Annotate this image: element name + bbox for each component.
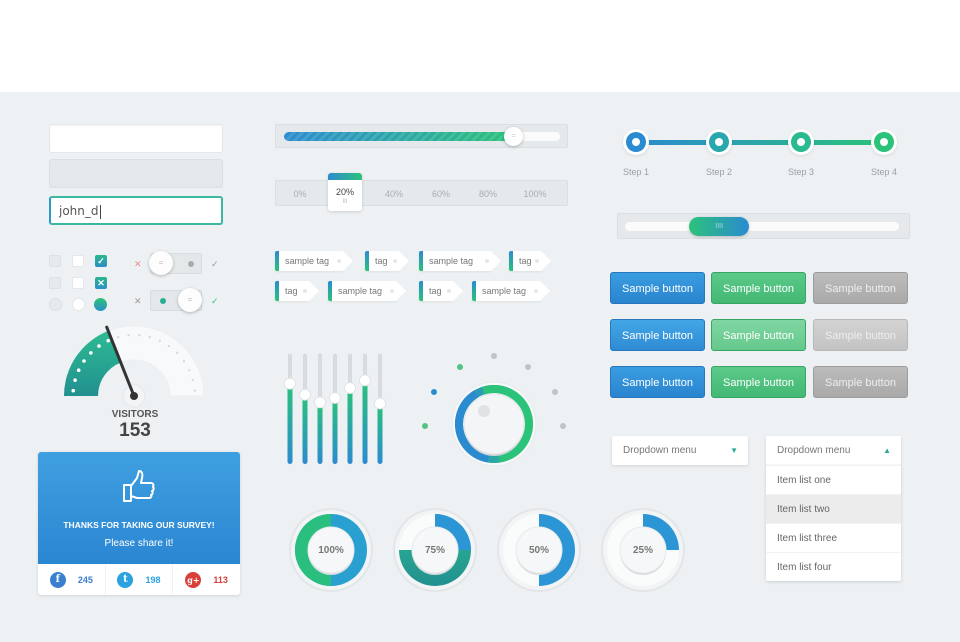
step-dot (791, 132, 811, 152)
step-label: Step 4 (870, 167, 898, 177)
scrollbar-thumb[interactable]: IIII (689, 217, 750, 236)
step-node[interactable] (871, 129, 897, 155)
step-center (880, 138, 888, 146)
sample-button-gray-hover[interactable]: Sample button (813, 319, 908, 351)
donut-label: 75% (424, 545, 445, 556)
dropdown-label: Dropdown menu (623, 445, 697, 456)
scrollbar-track: IIII (625, 217, 899, 236)
sample-button-blue-hover[interactable]: Sample button (610, 319, 705, 351)
step-dot (874, 132, 894, 152)
dropdown-collapsed[interactable]: Dropdown menu ▼ (612, 436, 748, 465)
step-node[interactable] (623, 129, 649, 155)
dropdown-expanded[interactable]: Dropdown menu ▲ (766, 436, 901, 465)
sample-button-gray-pressed[interactable]: Sample button (813, 366, 908, 398)
step-label: Step 2 (705, 167, 733, 177)
sample-button-green[interactable]: Sample button (711, 272, 806, 304)
sample-button-gray[interactable]: Sample button (813, 272, 908, 304)
dropdown-label: Dropdown menu (777, 445, 851, 456)
dropdown-item-highlighted[interactable]: Item list two (766, 494, 901, 523)
step-node[interactable] (706, 129, 732, 155)
step-center (715, 138, 723, 146)
dropdown-list: Item list one Item list two Item list th… (766, 465, 901, 581)
step-center (797, 138, 805, 146)
donut-label: 100% (318, 545, 344, 556)
sample-button-blue-pressed[interactable]: Sample button (610, 366, 705, 398)
step-center (632, 138, 640, 146)
step-node[interactable] (788, 129, 814, 155)
sample-button-green-pressed[interactable]: Sample button (711, 366, 806, 398)
chevron-down-icon: ▼ (730, 446, 738, 455)
horizontal-scrollbar[interactable]: IIII (617, 213, 910, 239)
step-dot (626, 132, 646, 152)
step-label: Step 1 (622, 167, 650, 177)
dropdown-item[interactable]: Item list one (766, 465, 901, 494)
donut-label: 25% (632, 545, 653, 556)
step-dot (709, 132, 729, 152)
stepper-line (636, 140, 884, 145)
step-label: Step 3 (787, 167, 815, 177)
dropdown-item[interactable]: Item list three (766, 523, 901, 552)
dropdown-item[interactable]: Item list four (766, 552, 901, 581)
sample-button-blue[interactable]: Sample button (610, 272, 705, 304)
sample-button-green-hover[interactable]: Sample button (711, 319, 806, 351)
chevron-up-icon: ▲ (883, 446, 891, 455)
donut-label: 50% (528, 545, 549, 556)
